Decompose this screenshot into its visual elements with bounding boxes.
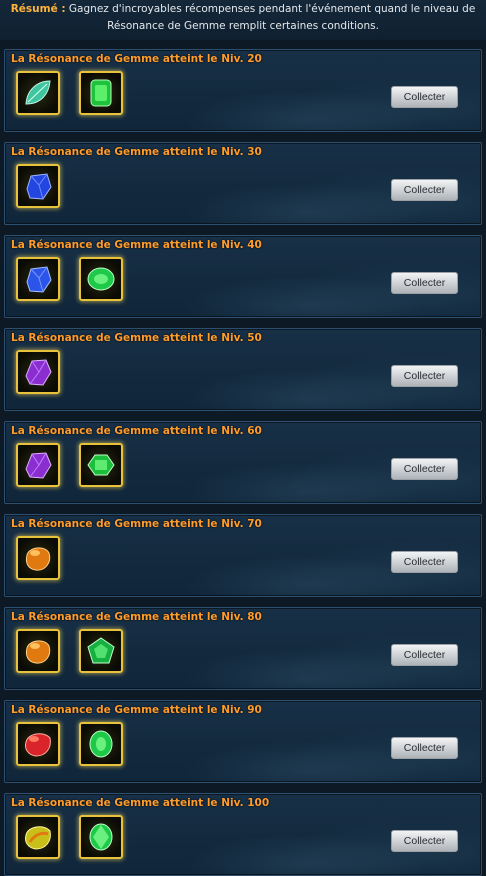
orange-gem-icon xyxy=(25,640,51,664)
blue-gem-icon xyxy=(26,173,52,200)
reward-title: La Résonance de Gemme atteint le Niv. 30 xyxy=(11,146,262,158)
yellow-green-gem-icon xyxy=(25,826,51,850)
reward-panel-niv-50: La Résonance de Gemme atteint le Niv. 50… xyxy=(4,328,482,411)
collect-button[interactable]: Collecter xyxy=(391,272,458,294)
reward-slot[interactable] xyxy=(16,71,60,115)
reward-slot[interactable] xyxy=(16,443,60,487)
reward-slot[interactable] xyxy=(16,164,60,208)
reward-slot[interactable] xyxy=(79,71,123,115)
green-cut-gem-icon xyxy=(90,79,112,107)
reward-title: La Résonance de Gemme atteint le Niv. 40 xyxy=(11,239,262,251)
green-oval-gem-icon xyxy=(89,823,113,851)
reward-title: La Résonance de Gemme atteint le Niv. 60 xyxy=(11,425,262,437)
reward-slot[interactable] xyxy=(16,629,60,673)
reward-slot[interactable] xyxy=(79,443,123,487)
reward-panel-niv-20: La Résonance de Gemme atteint le Niv. 20… xyxy=(4,49,482,132)
collect-button[interactable]: Collecter xyxy=(391,551,458,573)
reward-title: La Résonance de Gemme atteint le Niv. 10… xyxy=(11,797,270,809)
reward-panel-niv-60: La Résonance de Gemme atteint le Niv. 60… xyxy=(4,421,482,504)
reward-slot[interactable] xyxy=(79,815,123,859)
reward-slot[interactable] xyxy=(16,722,60,766)
blue-gem-icon xyxy=(26,266,52,293)
reward-panel-niv-70: La Résonance de Gemme atteint le Niv. 70… xyxy=(4,514,482,597)
reward-panel-niv-30: La Résonance de Gemme atteint le Niv. 30… xyxy=(4,142,482,225)
summary-text-1: Gagnez d'incroyables récompenses pendant… xyxy=(68,3,476,15)
reward-panel-niv-90: La Résonance de Gemme atteint le Niv. 90… xyxy=(4,700,482,783)
teal-leaf-gem-icon xyxy=(25,80,51,105)
reward-panel-niv-40: La Résonance de Gemme atteint le Niv. 40… xyxy=(4,235,482,318)
collect-button[interactable]: Collecter xyxy=(391,644,458,666)
reward-title: La Résonance de Gemme atteint le Niv. 50 xyxy=(11,332,262,344)
summary-line-1: Résumé : Gagnez d'incroyables récompense… xyxy=(0,1,486,18)
reward-slot[interactable] xyxy=(16,350,60,394)
reward-panel-niv-80: La Résonance de Gemme atteint le Niv. 80… xyxy=(4,607,482,690)
reward-slot[interactable] xyxy=(16,815,60,859)
summary-label: Résumé : xyxy=(10,3,66,15)
green-oval-gem-icon xyxy=(89,730,113,758)
reward-title: La Résonance de Gemme atteint le Niv. 70 xyxy=(11,518,262,530)
collect-button[interactable]: Collecter xyxy=(391,86,458,108)
collect-button[interactable]: Collecter xyxy=(391,458,458,480)
collect-button[interactable]: Collecter xyxy=(391,737,458,759)
summary-banner: Résumé : Gagnez d'incroyables récompense… xyxy=(0,0,486,40)
green-pentagon-gem-icon xyxy=(87,637,115,664)
green-oval-gem-icon xyxy=(87,267,115,291)
reward-slot[interactable] xyxy=(16,257,60,301)
red-gem-icon xyxy=(25,733,51,757)
green-emerald-gem-icon xyxy=(87,454,115,476)
reward-title: La Résonance de Gemme atteint le Niv. 80 xyxy=(11,611,262,623)
reward-panel-niv-100: La Résonance de Gemme atteint le Niv. 10… xyxy=(4,793,482,876)
reward-title: La Résonance de Gemme atteint le Niv. 20 xyxy=(11,53,262,65)
collect-button[interactable]: Collecter xyxy=(391,179,458,201)
purple-gem-icon xyxy=(25,452,52,479)
collect-button[interactable]: Collecter xyxy=(391,365,458,387)
summary-text-2: Résonance de Gemme remplit certaines con… xyxy=(107,20,379,32)
orange-gem-icon xyxy=(25,547,51,571)
collect-button[interactable]: Collecter xyxy=(391,830,458,852)
reward-slot[interactable] xyxy=(79,722,123,766)
reward-slot[interactable] xyxy=(79,257,123,301)
purple-gem-icon xyxy=(25,359,52,386)
reward-slot[interactable] xyxy=(79,629,123,673)
reward-title: La Résonance de Gemme atteint le Niv. 90 xyxy=(11,704,262,716)
reward-slot[interactable] xyxy=(16,536,60,580)
